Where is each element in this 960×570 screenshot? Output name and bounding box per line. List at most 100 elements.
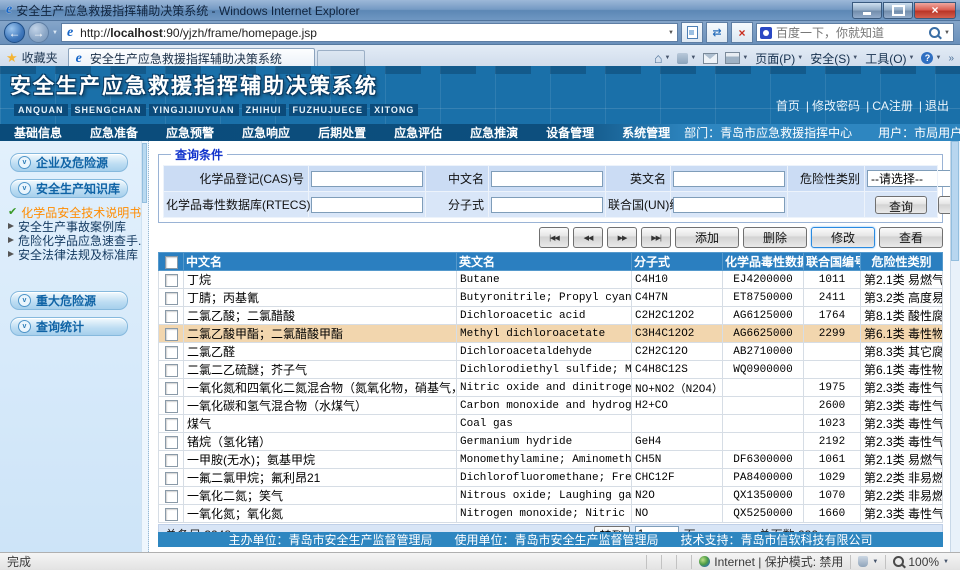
nav-item[interactable]: 系统管理 xyxy=(608,124,684,141)
print-button[interactable]: ▼ xyxy=(725,52,748,64)
prev-page-button[interactable]: ◀◀ xyxy=(573,227,603,248)
row-checkbox[interactable] xyxy=(165,400,178,413)
nav-item[interactable]: 应急评估 xyxy=(380,124,456,141)
help-menu[interactable]: ?▼ xyxy=(921,52,941,64)
cn-name-input[interactable] xyxy=(491,171,603,187)
header-link[interactable]: 首页 xyxy=(776,99,800,113)
table-row[interactable]: 二氯乙醛DichloroacetaldehydeC2H2C12OAB271000… xyxy=(159,343,943,361)
refresh-button[interactable]: ⇄ xyxy=(706,22,728,43)
nav-item[interactable]: 应急预警 xyxy=(152,124,228,141)
search-magnifier-icon[interactable] xyxy=(929,27,940,38)
table-row[interactable]: 一氧化氮和四氧化二氮混合物（氮氧化物，硝基气，氧化氮气体）Nitric oxid… xyxy=(159,379,943,397)
un-number-cell xyxy=(804,361,861,379)
sidebar-item-laws-standards[interactable]: 安全法律法规及标准库 xyxy=(8,247,148,261)
nav-item[interactable]: 应急响应 xyxy=(228,124,304,141)
zoom-control[interactable]: 100% ▼ xyxy=(885,555,956,569)
view-button[interactable]: 查看 xyxy=(879,227,943,248)
modify-button[interactable]: 修改 xyxy=(811,227,875,248)
nav-item[interactable]: 设备管理 xyxy=(532,124,608,141)
select-all-checkbox[interactable] xyxy=(165,256,178,269)
last-page-button[interactable]: ▶▶| xyxy=(641,227,671,248)
table-row[interactable]: 一氟二氯甲烷；氟利昂21Dichlorofluoromethane; Freon… xyxy=(159,469,943,487)
table-row[interactable]: 锗烷（氢化锗）Germanium hydrideGeH42192第2.3类 毒性… xyxy=(159,433,943,451)
table-row[interactable]: 一氧化碳和氢气混合物（水煤气）Carbon monoxide and hydro… xyxy=(159,397,943,415)
nav-item[interactable]: 后期处置 xyxy=(304,124,380,141)
sidebar-scrollbar[interactable] xyxy=(141,141,148,552)
add-button[interactable]: 添加 xyxy=(675,227,739,248)
close-button[interactable]: × xyxy=(914,2,956,19)
table-row[interactable]: 丁烷ButaneC4H10EJ42000001011第2.1类 易燃气体 xyxy=(159,271,943,289)
header-link[interactable]: 退出 xyxy=(925,99,949,113)
safety-menu[interactable]: 安全(S)▼ xyxy=(810,50,858,67)
home-button[interactable]: ⌂▼ xyxy=(654,52,670,64)
formula-input[interactable] xyxy=(491,197,603,213)
table-row[interactable]: 一氧化二氮；笑气Nitrous oxide; Laughing gasN2OQX… xyxy=(159,487,943,505)
table-header-row: 中文名英文名分子式化学品毒性数据...联合国编号危险性类别 xyxy=(159,253,943,271)
minimize-button[interactable] xyxy=(852,2,882,19)
table-row[interactable]: 丁腈；丙基氰Butyronitrile; Propyl cyanideC4H7N… xyxy=(159,289,943,307)
record-toolbar: |◀◀ ◀◀ ▶▶ ▶▶| 添加 删除 修改 查看 xyxy=(158,227,943,248)
sidebar-group-major-hazard[interactable]: v 重大危险源 xyxy=(10,291,128,310)
nav-item[interactable]: 应急推演 xyxy=(456,124,532,141)
row-checkbox[interactable] xyxy=(165,454,178,467)
row-checkbox[interactable] xyxy=(165,382,178,395)
next-page-button[interactable]: ▶▶ xyxy=(607,227,637,248)
browser-tab[interactable]: e 安全生产应急救援指挥辅助决策系统 xyxy=(68,48,315,68)
maximize-button[interactable] xyxy=(883,2,913,19)
overflow-chevron-icon[interactable]: » xyxy=(948,53,954,64)
page-menu[interactable]: 页面(P)▼ xyxy=(755,50,803,67)
rtecs-input[interactable] xyxy=(311,197,423,213)
url-dropdown-icon[interactable]: ▼ xyxy=(668,30,674,36)
sidebar-group-enterprise-hazard[interactable]: v 企业及危险源 xyxy=(10,153,128,172)
forward-button[interactable]: → xyxy=(28,22,49,43)
hazard-class-select[interactable]: --请选择-- ▼ xyxy=(867,170,960,187)
read-mail-button[interactable] xyxy=(703,53,718,64)
row-checkbox[interactable] xyxy=(165,328,178,341)
search-button[interactable]: 查询 xyxy=(875,196,927,214)
sidebar-group-query-statistics[interactable]: v 查询统计 xyxy=(10,317,128,336)
row-checkbox[interactable] xyxy=(165,418,178,431)
first-page-button[interactable]: |◀◀ xyxy=(539,227,569,248)
row-checkbox[interactable] xyxy=(165,310,178,323)
en-name-input[interactable] xyxy=(673,171,785,187)
search-input[interactable]: 百度一下，你就知道 ▼ xyxy=(756,23,954,42)
table-row[interactable]: 一氧化氮；氧化氮Nitrogen monoxide; Nitric oxideN… xyxy=(159,505,943,523)
nav-item[interactable]: 基础信息 xyxy=(0,124,76,141)
table-row[interactable]: 煤气Coal gas1023第2.3类 毒性气体 xyxy=(159,415,943,433)
table-row[interactable]: 二氯乙酸；二氯醋酸Dichloroacetic acidC2H2C12O2AG6… xyxy=(159,307,943,325)
row-checkbox[interactable] xyxy=(165,508,178,521)
page-scrollbar-thumb[interactable] xyxy=(951,141,959,261)
un-input[interactable] xyxy=(673,197,785,213)
header-link[interactable]: 修改密码 xyxy=(812,99,860,113)
protected-mode-button[interactable]: ▼ xyxy=(850,555,885,569)
table-row[interactable]: 二氯乙酸甲酯；二氯醋酸甲酯Methyl dichloroacetateC3H4C… xyxy=(159,325,943,343)
url-field[interactable]: e http://localhost:90/yjzh/frame/homepag… xyxy=(61,23,678,42)
favorites-button[interactable]: ★ 收藏夹 xyxy=(6,48,58,66)
cas-label: 化学品登记(CAS)号 xyxy=(164,166,309,192)
column-header: 危险性类别 xyxy=(861,253,943,271)
search-dropdown-icon[interactable]: ▼ xyxy=(944,30,950,36)
row-checkbox[interactable] xyxy=(165,274,178,287)
un-number-cell: 2192 xyxy=(804,433,861,451)
row-checkbox[interactable] xyxy=(165,472,178,485)
nav-item[interactable]: 应急准备 xyxy=(76,124,152,141)
header-link[interactable]: CA注册 xyxy=(872,99,913,113)
stop-button[interactable]: × xyxy=(731,22,753,43)
back-button[interactable]: ← xyxy=(4,22,25,43)
row-checkbox[interactable] xyxy=(165,490,178,503)
page-scrollbar[interactable] xyxy=(950,141,960,552)
feeds-button[interactable]: ▼ xyxy=(677,53,696,64)
row-checkbox[interactable] xyxy=(165,292,178,305)
row-checkbox[interactable] xyxy=(165,346,178,359)
cas-input[interactable] xyxy=(311,171,423,187)
table-row[interactable]: 二氯二乙硫醚；芥子气Dichlorodiethyl sulfide; Musta… xyxy=(159,361,943,379)
table-row[interactable]: 一甲胺(无水)；氨基甲烷Monomethylamine; Aminomethan… xyxy=(159,451,943,469)
delete-button[interactable]: 删除 xyxy=(743,227,807,248)
row-checkbox[interactable] xyxy=(165,436,178,449)
compatibility-view-button[interactable] xyxy=(681,22,703,43)
row-checkbox[interactable] xyxy=(165,364,178,377)
tools-menu[interactable]: 工具(O)▼ xyxy=(865,50,914,67)
sidebar-group-knowledge[interactable]: v 安全生产知识库 xyxy=(10,179,128,198)
title-bar: e 安全生产应急救援指挥辅助决策系统 - Windows Internet Ex… xyxy=(0,0,960,21)
history-dropdown-icon[interactable]: ▼ xyxy=(52,30,58,36)
